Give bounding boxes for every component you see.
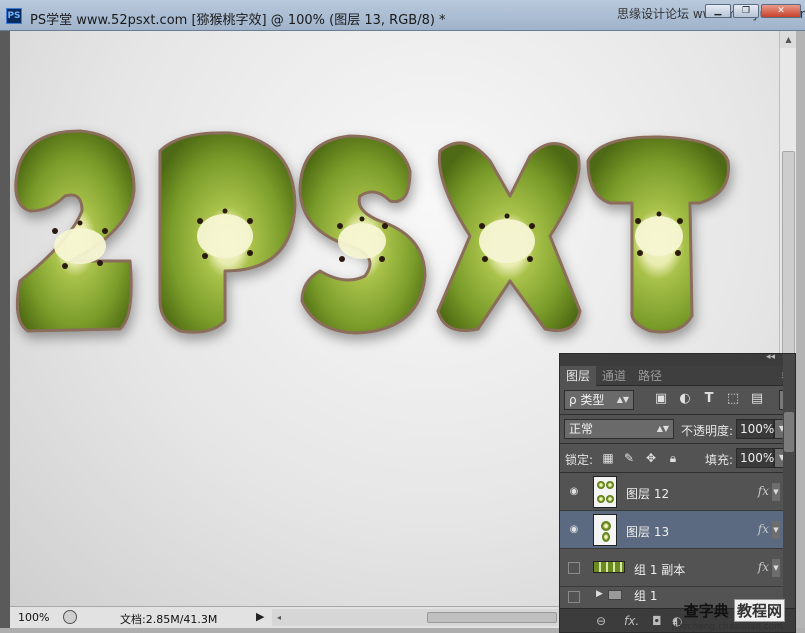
lock-label: 锁定: (565, 453, 594, 467)
blend-row: 正常 ▲▼ 不透明度: 100% ▼ (560, 415, 795, 443)
fill-label: 填充: (705, 453, 734, 467)
right-frame (796, 31, 805, 633)
layer-effects-icon[interactable]: fx (758, 522, 769, 536)
shape-filter-icon[interactable]: ⬚ (726, 392, 740, 406)
eye-visibility-icon[interactable]: ◉ (568, 486, 580, 498)
image-filter-icon[interactable]: ▣ (654, 392, 668, 406)
scroll-left-icon[interactable]: ◂ (272, 609, 286, 626)
visibility-hidden-box[interactable] (568, 591, 580, 603)
opacity-input[interactable]: 100% (736, 419, 774, 439)
layer-name[interactable]: 图层 12 (626, 485, 669, 502)
expand-effects-icon[interactable]: ▼ (772, 559, 780, 577)
collapse-panel-icon[interactable]: ◂◂ (766, 354, 775, 362)
chevron-updown-icon: ▲▼ (656, 424, 669, 433)
layers-panel: ◂◂ ✕ 图层 通道 路径 ≡ ρ 类型 ▲▼ ▣ ◐ T ⬚ ▤ 正常 ▲▼ … (559, 353, 796, 633)
layer-effects-icon[interactable]: fx (758, 560, 769, 574)
status-info-icon[interactable] (63, 610, 77, 624)
panel-header: ◂◂ ✕ (560, 354, 795, 366)
layer-name[interactable]: 组 1 副本 (634, 561, 685, 578)
link-layers-icon[interactable]: ⊖ (596, 614, 606, 628)
eye-visibility-icon[interactable]: ◉ (568, 524, 580, 536)
panel-footer: ⊖ fx. ◘ ◐ 查字典 教程网 jiaocheng.chazidian.co… (560, 599, 795, 632)
blend-mode-value: 正常 (569, 422, 594, 436)
layer-filter-select[interactable]: ρ 类型 ▲▼ (564, 390, 634, 410)
site-logo-box: 教程网 (733, 599, 785, 622)
visibility-hidden-box[interactable] (568, 562, 580, 574)
tab-layers[interactable]: 图层 (560, 366, 597, 386)
group-name[interactable]: 组 1 (634, 587, 657, 604)
scroll-up-icon[interactable]: ▲ (780, 31, 797, 48)
chevron-updown-icon: ▲▼ (616, 395, 629, 404)
close-button[interactable]: ✕ (761, 4, 801, 18)
group-thumbnail (593, 561, 625, 573)
layer-row[interactable]: 组 1 副本 fx ▼ (560, 549, 795, 587)
layer-effects-icon[interactable]: fx (758, 484, 769, 498)
site-url-watermark: jiaocheng.chazidian.com (671, 622, 783, 632)
blend-mode-select[interactable]: 正常 ▲▼ (564, 419, 674, 439)
photoshop-app-icon: PS (6, 8, 22, 24)
tab-channels[interactable]: 通道 (596, 366, 632, 386)
document-title: PS学堂 www.52psxt.com [猕猴桃字效] @ 100% (图层 1… (30, 13, 446, 28)
lock-pixels-brush-icon[interactable]: ✎ (622, 451, 636, 465)
lock-all-icon[interactable]: 🔒︎ (666, 451, 680, 465)
panel-tabs: 图层 通道 路径 ≡ (560, 366, 795, 386)
restore-button[interactable]: ❐ (733, 4, 759, 18)
layers-scroll-thumb[interactable] (784, 412, 794, 452)
smart-object-filter-icon[interactable]: ▤ (750, 392, 764, 406)
add-mask-icon[interactable]: ◘ (652, 614, 662, 628)
expand-effects-icon[interactable]: ▼ (772, 483, 780, 501)
horizontal-scrollbar[interactable]: ◂ (272, 609, 559, 626)
layer-row[interactable]: ◉ 图层 12 fx ▼ (560, 473, 795, 511)
filter-select-label: ρ 类型 (569, 393, 605, 407)
fill-input[interactable]: 100% (736, 448, 774, 468)
document-size-info: 文档:2.85M/41.3M (120, 613, 218, 626)
lock-transparency-icon[interactable]: ▦ (601, 451, 615, 465)
filter-row: ρ 类型 ▲▼ ▣ ◐ T ⬚ ▤ (560, 386, 795, 414)
lock-position-move-icon[interactable]: ✥ (644, 451, 658, 465)
tab-paths[interactable]: 路径 (632, 366, 668, 386)
site-logo-text: 查字典 (683, 602, 729, 620)
zoom-level[interactable]: 100% (18, 611, 49, 624)
layer-row[interactable]: ◉ 图层 13 fx ▼ (560, 511, 795, 549)
type-filter-icon[interactable]: T (702, 392, 716, 406)
minimize-button[interactable]: ▁ (705, 4, 731, 18)
expand-group-caret-icon[interactable]: ▶ (596, 589, 603, 599)
layer-thumbnail (593, 514, 617, 546)
expand-effects-icon[interactable]: ▼ (772, 521, 780, 539)
site-logo-watermark: 查字典 教程网 (684, 599, 785, 622)
layers-scrollbar[interactable] (783, 354, 795, 632)
status-bar: 100% 文档:2.85M/41.3M ▶ ◂ (10, 606, 559, 628)
adjustment-filter-icon[interactable]: ◐ (678, 392, 692, 406)
opacity-label: 不透明度: (681, 424, 734, 438)
left-frame (0, 31, 10, 628)
folder-icon (608, 590, 622, 600)
layer-name[interactable]: 图层 13 (626, 523, 669, 540)
vertical-scroll-thumb[interactable] (782, 151, 795, 361)
title-bar: PS PS学堂 www.52psxt.com [猕猴桃字效] @ 100% (图… (0, 0, 805, 31)
lock-row: 锁定: ▦ ✎ ✥ 🔒︎ 填充: 100% ▼ (560, 444, 795, 472)
layer-thumbnail (593, 476, 617, 508)
horizontal-scroll-thumb[interactable] (427, 612, 557, 623)
add-style-icon[interactable]: fx. (624, 614, 639, 628)
status-menu-arrow-icon[interactable]: ▶ (256, 610, 264, 623)
